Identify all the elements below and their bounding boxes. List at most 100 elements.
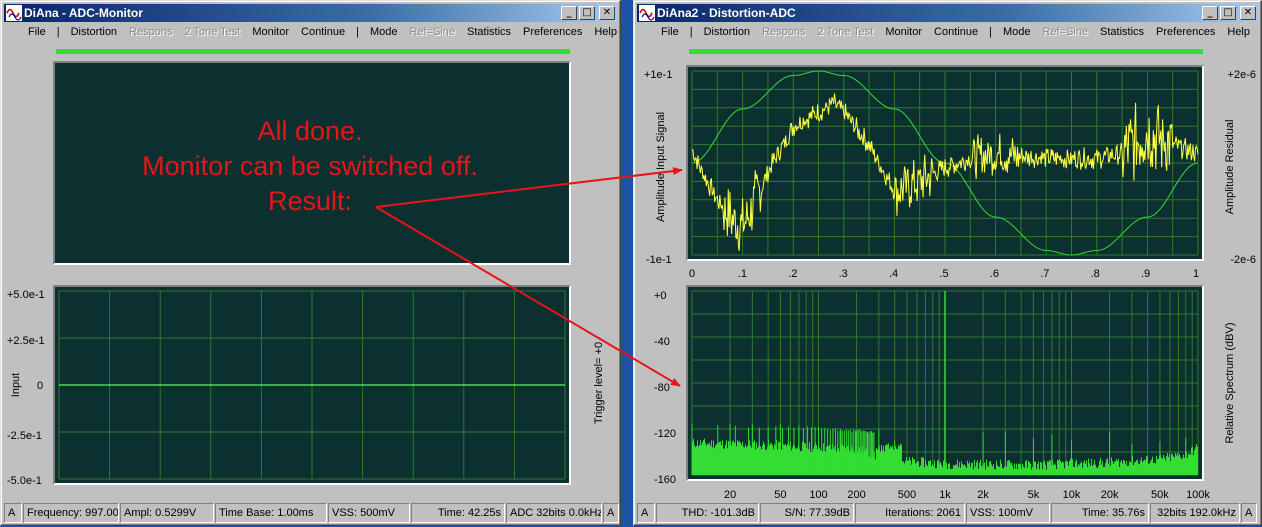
x-tick: .3 xyxy=(839,268,848,280)
menu-continue[interactable]: Continue xyxy=(295,23,351,42)
menu-respons: Respons xyxy=(762,26,806,38)
y-axis-label-left: Amplitude Input Signal xyxy=(655,112,667,222)
menu-bar: File | Distortion Respons 2 Tone Test Monitor… xyxy=(4,23,617,42)
menu-file[interactable]: File xyxy=(655,23,685,42)
x-tick: .7 xyxy=(1040,268,1049,280)
x-tick: .4 xyxy=(889,268,898,280)
x-tick: 2k xyxy=(977,489,989,501)
adc-monitor-window: DiAna - ADC-Monitor _ □ ✕ File | Distortio… xyxy=(0,0,621,526)
menu-monitor[interactable]: Monitor xyxy=(246,23,295,42)
status-frequency: Frequency: 997.00 xyxy=(23,503,119,523)
minimize-button[interactable]: _ xyxy=(561,6,577,20)
x-tick: 1k xyxy=(939,489,951,501)
menu-distortion[interactable]: Distortion xyxy=(698,23,756,42)
status-timebase: Time Base: 1.00ms xyxy=(215,503,327,523)
status-adc: 32bits 192.0kHz xyxy=(1150,503,1240,523)
status-a-left: A xyxy=(637,503,655,523)
x-tick: 50k xyxy=(1151,489,1169,501)
x-tick: 5k xyxy=(1028,489,1040,501)
y-tick-left: -120 xyxy=(654,428,676,440)
x-tick: 50 xyxy=(774,489,786,501)
x-tick: 20k xyxy=(1101,489,1119,501)
status-vss: VSS: 100mV xyxy=(966,503,1050,523)
x-tick: 20 xyxy=(724,489,736,501)
menu-statistics[interactable]: Statistics xyxy=(461,23,517,42)
menu-distortion[interactable]: Distortion xyxy=(65,23,123,42)
trigger-level-label: Trigger level= +0 xyxy=(593,341,605,425)
menu-ref-sine: Ref=Sine xyxy=(1042,26,1089,38)
status-ampl: Ampl: 0.5299V xyxy=(120,503,214,523)
distortion-adc-window: DiAna2 - Distortion-ADC _ □ ✕ File | Disto… xyxy=(633,0,1262,526)
status-bar: A Frequency: 997.00 Ampl: 0.5299V Time B… xyxy=(4,503,619,523)
note-line: Result: xyxy=(267,186,353,216)
y-tick-left: +1e-1 xyxy=(644,69,672,81)
x-tick: .5 xyxy=(939,268,948,280)
y-tick-right: -2e-6 xyxy=(1230,254,1256,266)
menu-preferences[interactable]: Preferences xyxy=(517,23,588,42)
menu-help[interactable]: Help xyxy=(588,23,623,42)
menu-continue[interactable]: Continue xyxy=(928,23,984,42)
menu-bar: File | Distortion Respons 2 Tone Test Monitor… xyxy=(637,23,1258,42)
y-tick-left: +0 xyxy=(654,290,667,302)
x-tick: .6 xyxy=(990,268,999,280)
close-button[interactable]: ✕ xyxy=(599,6,615,20)
status-time: Time: 35.76s xyxy=(1051,503,1149,523)
x-tick: 500 xyxy=(898,489,916,501)
y-tick: 0 xyxy=(37,380,44,392)
menu-preferences[interactable]: Preferences xyxy=(1150,23,1221,42)
spectrum-chart xyxy=(691,290,1199,476)
menu-file[interactable]: File xyxy=(22,23,52,42)
y-tick-left: -40 xyxy=(654,336,670,348)
menu-2-tone-test: 2 Tone Test xyxy=(184,26,241,38)
title-bar[interactable]: DiAna2 - Distortion-ADC _ □ ✕ xyxy=(637,4,1258,22)
y-tick-left: -160 xyxy=(654,474,676,486)
x-tick: 100 xyxy=(809,489,827,501)
y-axis-label-right: Amplitude Residual xyxy=(1224,120,1236,215)
menu-statistics[interactable]: Statistics xyxy=(1094,23,1150,42)
menu-mode[interactable]: Mode xyxy=(997,23,1037,42)
x-tick: .8 xyxy=(1091,268,1100,280)
input-scope xyxy=(58,290,566,480)
window-title: DiAna2 - Distortion-ADC xyxy=(657,6,796,20)
y-axis-label-right: Relative Spectrum (dBV) xyxy=(1224,322,1236,443)
minimize-button[interactable]: _ xyxy=(1202,6,1218,20)
status-note: All done. Monitor can be switched off. R… xyxy=(60,114,560,219)
x-tick: 1 xyxy=(1193,268,1199,280)
x-tick: .9 xyxy=(1141,268,1150,280)
menu-2-tone-test: 2 Tone Test xyxy=(817,26,874,38)
maximize-button[interactable]: □ xyxy=(579,6,595,20)
x-tick: 200 xyxy=(847,489,865,501)
spectrum-panel xyxy=(686,285,1204,481)
menu-separator: | xyxy=(689,26,693,38)
y-tick: -5.0e-1 xyxy=(7,475,42,487)
x-tick: .2 xyxy=(788,268,797,280)
status-a-right: A xyxy=(1241,503,1257,523)
status-sn: S/N: 77.39dB xyxy=(760,503,854,523)
close-button[interactable]: ✕ xyxy=(1240,6,1256,20)
input-axis-label: Input xyxy=(10,372,22,398)
menu-separator: | xyxy=(356,26,359,38)
time-domain-panel xyxy=(686,65,1204,261)
menu-help[interactable]: Help xyxy=(1221,23,1256,42)
progress-bar xyxy=(56,49,570,54)
title-bar[interactable]: DiAna - ADC-Monitor _ □ ✕ xyxy=(4,4,617,22)
menu-ref-sine: Ref=Sine xyxy=(409,26,456,38)
status-vss: VSS: 500mV xyxy=(328,503,410,523)
menu-monitor[interactable]: Monitor xyxy=(879,23,928,42)
app-icon xyxy=(639,5,655,21)
x-tick: 100k xyxy=(1186,489,1210,501)
y-tick-left: -1e-1 xyxy=(646,254,672,266)
menu-respons: Respons xyxy=(129,26,173,38)
status-a-left: A xyxy=(4,503,22,523)
input-scope-panel xyxy=(53,285,571,485)
app-icon xyxy=(6,5,22,21)
window-title: DiAna - ADC-Monitor xyxy=(24,6,143,20)
menu-mode[interactable]: Mode xyxy=(364,23,404,42)
status-a-right: A xyxy=(603,503,619,523)
y-tick-left: -80 xyxy=(654,382,670,394)
x-tick: 0 xyxy=(689,268,695,280)
menu-separator: | xyxy=(989,26,992,38)
status-thd: THD: -101.3dB xyxy=(656,503,759,523)
y-tick: +5.0e-1 xyxy=(7,289,45,301)
maximize-button[interactable]: □ xyxy=(1220,6,1236,20)
